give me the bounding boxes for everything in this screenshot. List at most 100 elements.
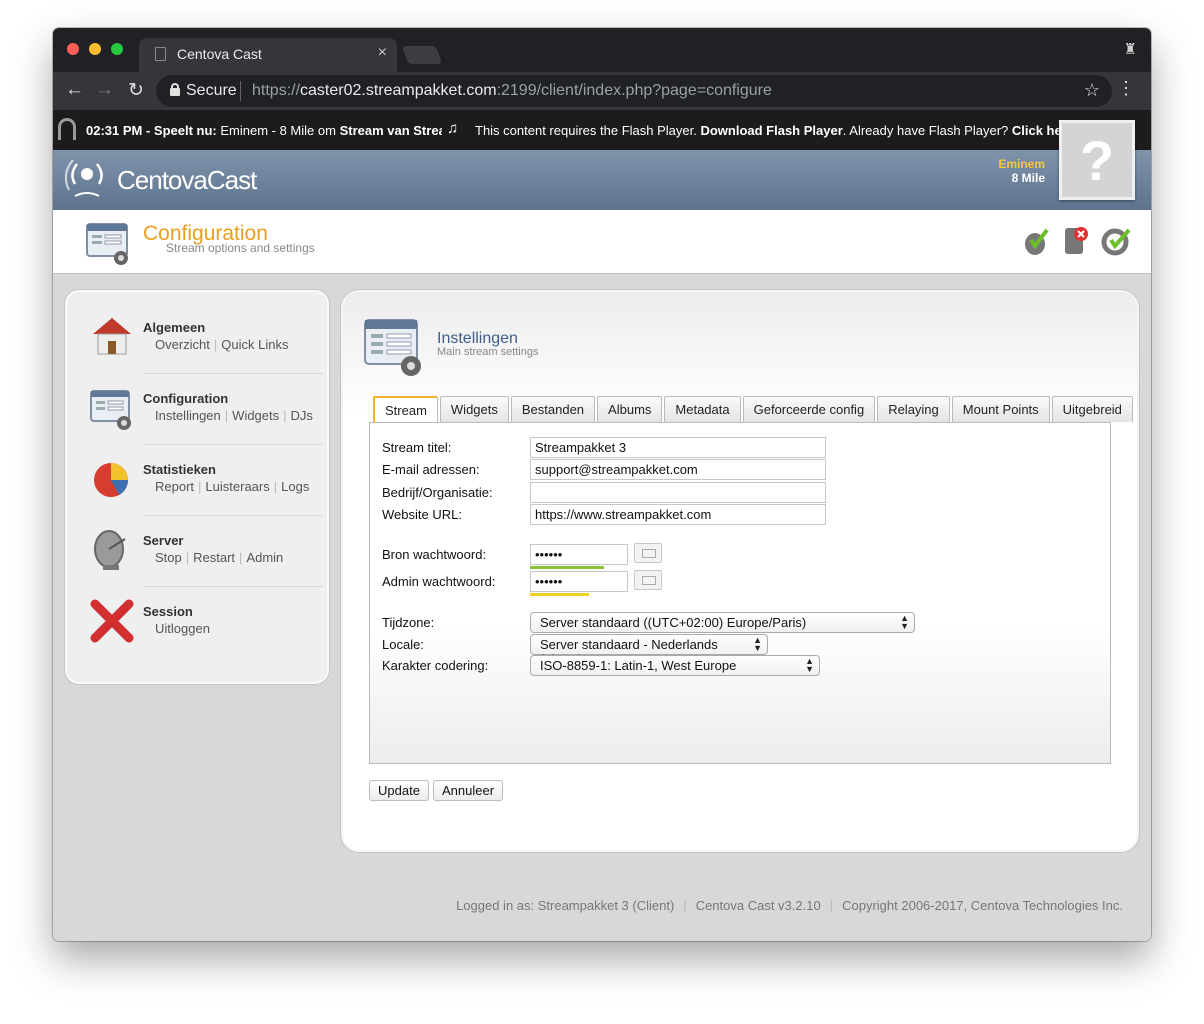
sidebar-divider — [143, 444, 323, 445]
timezone-select[interactable]: Server standaard ((UTC+02:00) Europe/Par… — [530, 612, 915, 633]
sidebar-item-uitloggen[interactable]: Uitloggen — [155, 621, 210, 636]
row-source-password: Bron wachtwoord: — [382, 543, 1102, 569]
select-arrows-icon: ▲ ▼ — [753, 635, 762, 653]
company-input[interactable] — [530, 482, 826, 503]
browser-tab[interactable]: Centova Cast × — [139, 38, 397, 72]
tab-mount-points[interactable]: Mount Points — [951, 396, 1050, 422]
maximize-window-button[interactable] — [111, 43, 123, 55]
sidebar-links-server: Stop | Restart | Admin — [155, 550, 284, 565]
settings-window-icon — [364, 319, 421, 376]
browser-menu-icon[interactable]: ⋮ — [1117, 78, 1135, 99]
charset-select[interactable]: ISO-8859-1: Latin-1, West Europe ▲ ▼ — [530, 655, 820, 676]
flash-have-text: . Already have Flash Player? — [842, 123, 1012, 138]
sidebar-title-configuration: Configuration — [143, 391, 229, 406]
tab-albums[interactable]: Albums — [597, 396, 663, 422]
forward-arrow-icon[interactable]: → — [95, 79, 114, 101]
satellite-dish-icon — [94, 530, 126, 570]
sidebar-item-widgets[interactable]: Widgets — [232, 408, 279, 423]
sidebar-links-configuration: Instellingen | Widgets | DJs — [155, 408, 313, 423]
tab-geforceerde-config[interactable]: Geforceerde config — [742, 396, 876, 422]
stream-title-input[interactable] — [530, 437, 826, 458]
home-icon — [93, 318, 131, 355]
sidebar-links-statistieken: Report | Luisteraars | Logs — [155, 479, 310, 494]
main-panel: Instellingen Main stream settings Stream… — [341, 290, 1139, 852]
stop-stream-icon[interactable] — [1061, 224, 1091, 256]
bookmark-star-icon[interactable]: ☆ — [1084, 80, 1100, 101]
tab-close-icon[interactable]: × — [378, 44, 387, 62]
now-playing-ticker: 02:31 PM - Speelt nu: Eminem - 8 Mile om… — [53, 110, 1151, 150]
headphones-icon — [58, 118, 76, 140]
sidebar-item-stop[interactable]: Stop — [155, 550, 182, 565]
charset-label: Karakter codering: — [382, 658, 489, 673]
timezone-value: Server standaard ((UTC+02:00) Europe/Par… — [540, 615, 807, 630]
sidebar-title-session: Session — [143, 604, 193, 619]
back-arrow-icon[interactable]: ← — [65, 79, 84, 101]
page-icon — [155, 47, 166, 61]
url-text[interactable]: https://caster02.streampakket.com:2199/c… — [252, 82, 772, 100]
sidebar-item-instellingen[interactable]: Instellingen — [155, 408, 221, 423]
new-tab-button[interactable] — [401, 46, 443, 64]
sidebar-divider — [143, 586, 323, 587]
update-button[interactable]: Update — [369, 780, 429, 801]
sidebar-item-report[interactable]: Report — [155, 479, 194, 494]
tab-stream[interactable]: Stream — [373, 396, 438, 423]
website-input[interactable] — [530, 504, 826, 525]
ticker-station: Stream van Streampakket 3 — [339, 123, 442, 138]
row-stream-title: Stream titel: — [382, 437, 1102, 459]
source-password-input[interactable] — [530, 544, 628, 565]
url-scheme: https:// — [252, 82, 301, 99]
sidebar-item-logs[interactable]: Logs — [281, 479, 309, 494]
sidebar-item-quick-links[interactable]: Quick Links — [221, 337, 288, 352]
row-admin-password: Admin wachtwoord: — [382, 570, 1102, 596]
close-window-button[interactable] — [67, 43, 79, 55]
cancel-button[interactable]: Annuleer — [433, 780, 504, 801]
company-label: Bedrijf/Organisatie: — [382, 485, 493, 500]
secure-label: Secure — [186, 82, 237, 99]
app-header: CentovaCast Eminem 8 Mile ? — [53, 120, 1151, 210]
footer-version: Centova Cast v3.2.10 — [695, 898, 821, 913]
tab-uitgebreid[interactable]: Uitgebreid — [1051, 396, 1133, 422]
centova-logo-icon — [65, 160, 103, 197]
configuration-icon — [90, 390, 131, 430]
lock-icon — [170, 83, 180, 96]
footer-copyright: Copyright 2006-2017, Centova Technologie… — [842, 898, 1123, 913]
incognito-icon: ♜ — [1123, 41, 1137, 58]
sidebar-divider — [143, 515, 323, 516]
timezone-label: Tijdzone: — [382, 615, 435, 630]
admin-password-generate-button[interactable] — [634, 570, 662, 590]
start-stream-icon[interactable] — [1021, 224, 1051, 256]
source-password-generate-button[interactable] — [634, 543, 662, 563]
flash-download-link[interactable]: Download Flash Player — [700, 123, 842, 138]
tab-widgets[interactable]: Widgets — [439, 396, 509, 422]
sidebar-item-djs[interactable]: DJs — [291, 408, 313, 423]
footer-logged-in: Logged in as: Streampakket 3 (Client) — [456, 898, 675, 913]
admin-password-input[interactable] — [530, 571, 628, 592]
red-x-icon — [90, 599, 134, 643]
tab-bestanden[interactable]: Bestanden — [510, 396, 596, 422]
sidebar-item-admin[interactable]: Admin — [246, 550, 283, 565]
app-logo[interactable]: CentovaCast — [117, 165, 257, 196]
tab-metadata[interactable]: Metadata — [664, 396, 741, 422]
minimize-window-button[interactable] — [89, 43, 101, 55]
reload-icon[interactable]: ↻ — [128, 79, 144, 102]
sidebar-item-overzicht[interactable]: Overzicht — [155, 337, 210, 352]
key-icon — [642, 549, 656, 558]
locale-select[interactable]: Server standaard - Nederlands (nl_NL)▲▼ — [530, 634, 768, 667]
address-bar[interactable]: Secure https://caster02.streampakket.com… — [156, 75, 1112, 107]
tab-relaying[interactable]: Relaying — [877, 396, 950, 422]
email-input[interactable] — [530, 459, 826, 480]
album-art-placeholder: ? — [1059, 120, 1135, 200]
row-company: Bedrijf/Organisatie: — [382, 482, 1102, 504]
main-subtitle: Main stream settings — [437, 346, 539, 358]
sidebar-divider — [143, 373, 323, 374]
sidebar-item-restart[interactable]: Restart — [193, 550, 235, 565]
sidebar-group-session: Session Uitloggen — [85, 592, 315, 658]
restart-stream-icon[interactable] — [1101, 224, 1131, 256]
sidebar-title-server: Server — [143, 533, 184, 548]
source-password-label: Bron wachtwoord: — [382, 547, 487, 562]
flash-text: This content requires the Flash Player. — [475, 123, 701, 138]
email-label: E-mail adressen: — [382, 462, 480, 477]
charset-value: ISO-8859-1: Latin-1, West Europe — [540, 658, 737, 673]
sidebar-item-luisteraars[interactable]: Luisteraars — [205, 479, 269, 494]
admin-password-strength-bar — [530, 593, 589, 596]
